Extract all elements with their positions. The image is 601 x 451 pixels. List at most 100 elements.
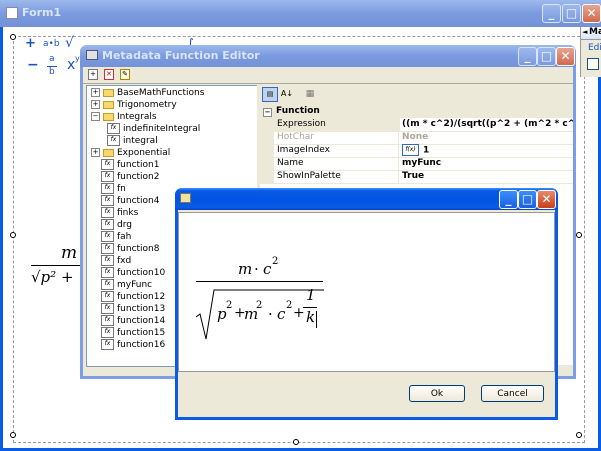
editor-title: Metadata Function Editor (102, 49, 260, 62)
expand-icon[interactable]: + (91, 88, 100, 97)
function-icon: fx (101, 207, 114, 218)
edit-function-icon[interactable]: ✎ (120, 69, 130, 80)
tree-item[interactable]: fx function14 (91, 315, 165, 327)
formula-caret[interactable] (316, 311, 317, 328)
side-panel-header[interactable]: ◄ Ma (581, 27, 601, 40)
delete-function-icon[interactable]: ✕ (104, 69, 114, 80)
property-row[interactable]: ImageIndex f(x) 1 (260, 144, 573, 158)
handle-bottom-right[interactable] (576, 432, 582, 438)
property-row[interactable]: Expression ((m * c^2)/(sqrt((p^2 + (m^2 *… (260, 118, 573, 132)
bg-plus-icon[interactable]: + (25, 36, 36, 51)
form1-titlebar[interactable]: Form1 _ □ ✕ (0, 0, 601, 27)
editor-titlebar[interactable]: Metadata Function Editor _ □ ✕ (80, 45, 576, 67)
property-value[interactable]: ((m * c^2)/(sqrt((p^2 + (m^2 * c^2) + 1/… (400, 118, 573, 131)
property-column-divider (398, 170, 399, 183)
form1-maximize-button[interactable]: □ (562, 4, 581, 23)
handle-bottom-left[interactable] (10, 432, 16, 438)
tree-item[interactable]: fx function15 (91, 327, 165, 339)
property-row-gutter (260, 157, 274, 170)
tree-item[interactable]: fx function16 (91, 339, 165, 351)
property-row[interactable]: ShowInPalette True (260, 170, 573, 184)
property-column-divider (398, 144, 399, 157)
editor-maximize-button[interactable]: □ (537, 47, 556, 66)
property-value[interactable]: None (400, 131, 573, 144)
tree-item-label: function13 (117, 304, 166, 314)
tree-item[interactable]: fx fah (91, 231, 131, 243)
tree-item[interactable]: fx function1 (91, 159, 160, 171)
dialog-maximize-button[interactable]: □ (518, 190, 537, 209)
function-icon: fx (101, 267, 114, 278)
tree-item[interactable]: fx myFunc (91, 279, 152, 291)
side-panel-checkbox[interactable] (587, 58, 599, 70)
property-value[interactable]: myFunc (400, 157, 573, 170)
categorized-view-icon[interactable]: ▤ (262, 87, 278, 102)
handle-top-left[interactable] (10, 34, 16, 40)
tree-item[interactable]: fx function13 (91, 303, 165, 315)
function-icon: fx (101, 303, 114, 314)
tree-item[interactable]: fx function4 (91, 195, 160, 207)
tree-item[interactable]: fx function10 (91, 267, 165, 279)
editor-close-button[interactable]: ✕ (556, 47, 575, 66)
tree-item[interactable]: fx function12 (91, 291, 165, 303)
dialog-app-icon (180, 193, 191, 203)
grid-category-row[interactable]: − Function (260, 105, 573, 118)
tree-item[interactable]: fx fxd (91, 255, 131, 267)
property-pages-icon[interactable]: ▦ (302, 87, 318, 102)
bg-formula-denominator: √p² + (31, 268, 74, 286)
form1-minimize-button[interactable]: _ (542, 4, 561, 23)
bg-minus-icon[interactable]: − (27, 57, 39, 73)
ok-button[interactable]: Ok (409, 385, 465, 402)
tree-item[interactable]: + Trigonometry (91, 99, 177, 111)
function-icon: fx (107, 123, 120, 134)
property-value[interactable]: f(x) 1 (400, 144, 573, 158)
property-column-divider (398, 157, 399, 170)
bg-fraction-a[interactable]: a (49, 54, 55, 64)
tree-item-label: Trigonometry (117, 100, 177, 110)
editor-minimize-button[interactable]: _ (518, 47, 537, 66)
function-icon: fx (101, 291, 114, 302)
side-panel-pin-icon[interactable]: ◄ (582, 28, 587, 36)
property-value-text: None (402, 132, 429, 142)
tree-item[interactable]: fx function8 (91, 243, 160, 255)
function-icon: fx (101, 243, 114, 254)
property-value-text: 1 (423, 145, 430, 156)
tree-item-label: function14 (117, 316, 166, 326)
expand-icon[interactable]: + (91, 100, 100, 109)
tree-item[interactable]: − Integrals (91, 111, 157, 123)
tree-item[interactable]: fx function2 (91, 171, 160, 183)
form1-close-button[interactable]: ✕ (582, 4, 601, 23)
collapse-icon[interactable]: − (91, 112, 100, 121)
tree-item[interactable]: fx drg (91, 219, 132, 231)
property-value-text: True (402, 171, 425, 181)
handle-bottom-mid[interactable] (293, 439, 299, 445)
function-icon: fx (101, 255, 114, 266)
tree-item-label: finks (117, 208, 139, 218)
handle-left-mid[interactable] (10, 232, 16, 238)
dialog-minimize-button[interactable]: _ (499, 190, 518, 209)
cancel-button[interactable]: Cancel (481, 385, 544, 402)
tree-item[interactable]: fx integral (91, 135, 158, 147)
tree-item[interactable]: fx finks (91, 207, 138, 219)
bg-sqrt-icon[interactable]: √ (65, 35, 74, 51)
tree-item[interactable]: + BaseMathFunctions (91, 87, 204, 99)
function-icon: fx (101, 195, 114, 206)
property-row[interactable]: HotChar None (260, 131, 573, 145)
tree-item[interactable]: fx indefiniteIntegral (91, 123, 200, 135)
alphabetical-view-icon[interactable]: A↓ (279, 87, 295, 102)
dialog-close-button[interactable]: ✕ (537, 190, 556, 209)
property-row[interactable]: Name myFunc (260, 157, 573, 171)
tree-item-label: function12 (117, 292, 166, 302)
expand-icon[interactable]: + (91, 148, 100, 157)
property-value[interactable]: True (400, 170, 573, 183)
tree-item[interactable]: + Exponential (91, 147, 170, 159)
category-collapse-icon[interactable]: − (263, 108, 272, 117)
editor-toolbar: + ✕ ✎ (83, 67, 573, 84)
dialog-titlebar[interactable]: _ □ ✕ (175, 188, 558, 210)
handle-right-mid[interactable] (576, 232, 582, 238)
formula-frac-num: 1 (306, 286, 316, 304)
new-function-icon[interactable]: + (88, 69, 98, 80)
tree-item-label: myFunc (117, 280, 153, 290)
side-panel: ◄ Ma Edi (580, 27, 601, 77)
tree-item[interactable]: fx fn (91, 183, 126, 195)
bg-multiply-icon[interactable]: a•b (43, 39, 60, 49)
